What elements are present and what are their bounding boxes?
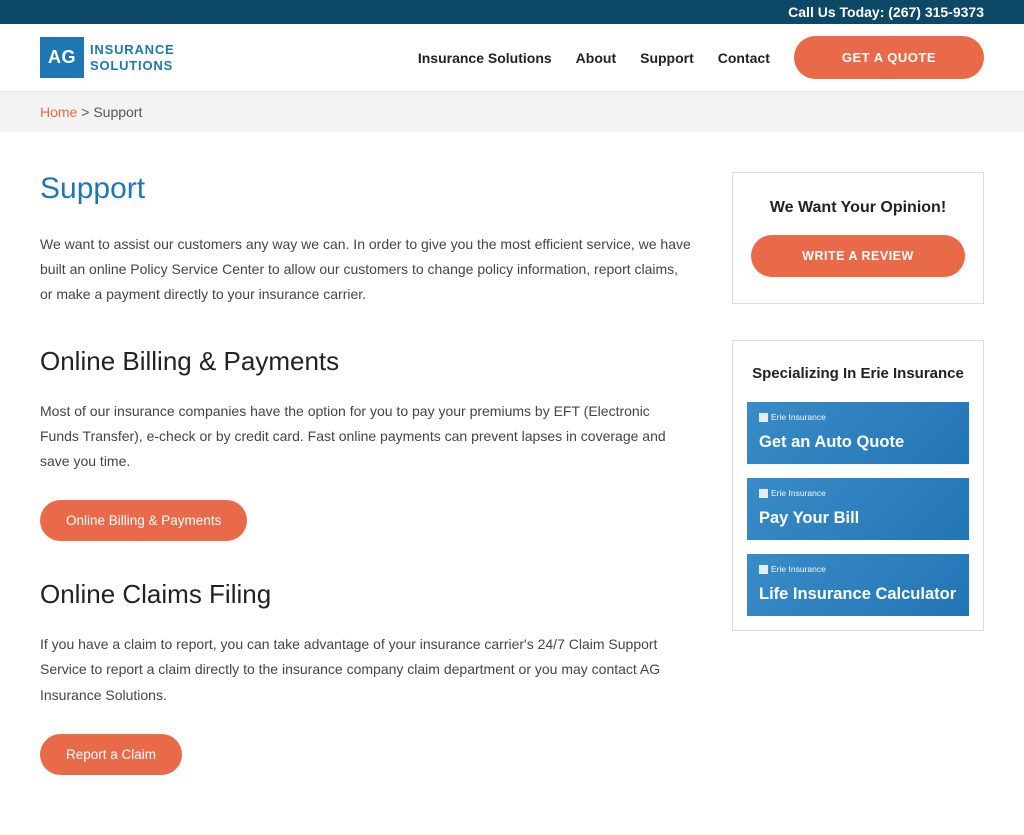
breadcrumb-separator: > [77,104,93,120]
nav: Insurance Solutions About Support Contac… [418,36,984,79]
nav-contact[interactable]: Contact [718,50,770,66]
topbar: Call Us Today: (267) 315-9373 [0,0,1024,24]
write-review-button[interactable]: WRITE A REVIEW [751,235,965,277]
header: AG INSURANCE SOLUTIONS Insurance Solutio… [0,24,1024,92]
claims-body: If you have a claim to report, you can t… [40,632,692,708]
main: Support We want to assist our customers … [0,132,1024,835]
erie-card: Specializing In Erie Insurance Erie Insu… [732,340,984,631]
billing-button[interactable]: Online Billing & Payments [40,500,247,541]
billing-body: Most of our insurance companies have the… [40,399,692,475]
erie-tile-label: Get an Auto Quote [759,433,957,452]
get-a-quote-button[interactable]: GET A QUOTE [794,36,984,79]
erie-brand-text: Erie Insurance [759,412,957,422]
sidebar: We Want Your Opinion! WRITE A REVIEW Spe… [732,172,984,775]
logo[interactable]: AG INSURANCE SOLUTIONS [40,37,174,78]
erie-heading: Specializing In Erie Insurance [747,365,969,382]
erie-tile-life-calculator[interactable]: Erie Insurance Life Insurance Calculator [747,554,969,616]
billing-heading: Online Billing & Payments [40,346,692,377]
report-claim-button[interactable]: Report a Claim [40,734,182,775]
erie-brand-text: Erie Insurance [759,564,957,574]
erie-tile-label: Life Insurance Calculator [759,585,957,604]
intro-text: We want to assist our customers any way … [40,232,692,308]
nav-support[interactable]: Support [640,50,694,66]
logo-box: AG [40,37,84,78]
opinion-heading: We Want Your Opinion! [751,199,965,217]
opinion-card: We Want Your Opinion! WRITE A REVIEW [732,172,984,304]
logo-text: INSURANCE SOLUTIONS [90,42,174,73]
erie-brand-text: Erie Insurance [759,488,957,498]
nav-about[interactable]: About [576,50,616,66]
erie-tile-label: Pay Your Bill [759,509,957,528]
content: Support We want to assist our customers … [40,172,692,775]
claims-heading: Online Claims Filing [40,579,692,610]
breadcrumb-current: Support [93,104,142,120]
breadcrumb-home[interactable]: Home [40,104,77,120]
erie-tile-auto-quote[interactable]: Erie Insurance Get an Auto Quote [747,402,969,464]
erie-tile-pay-bill[interactable]: Erie Insurance Pay Your Bill [747,478,969,540]
page-title: Support [40,172,692,206]
nav-insurance-solutions[interactable]: Insurance Solutions [418,50,552,66]
call-us-text[interactable]: Call Us Today: (267) 315-9373 [0,4,1024,20]
breadcrumb: Home > Support [0,92,1024,132]
